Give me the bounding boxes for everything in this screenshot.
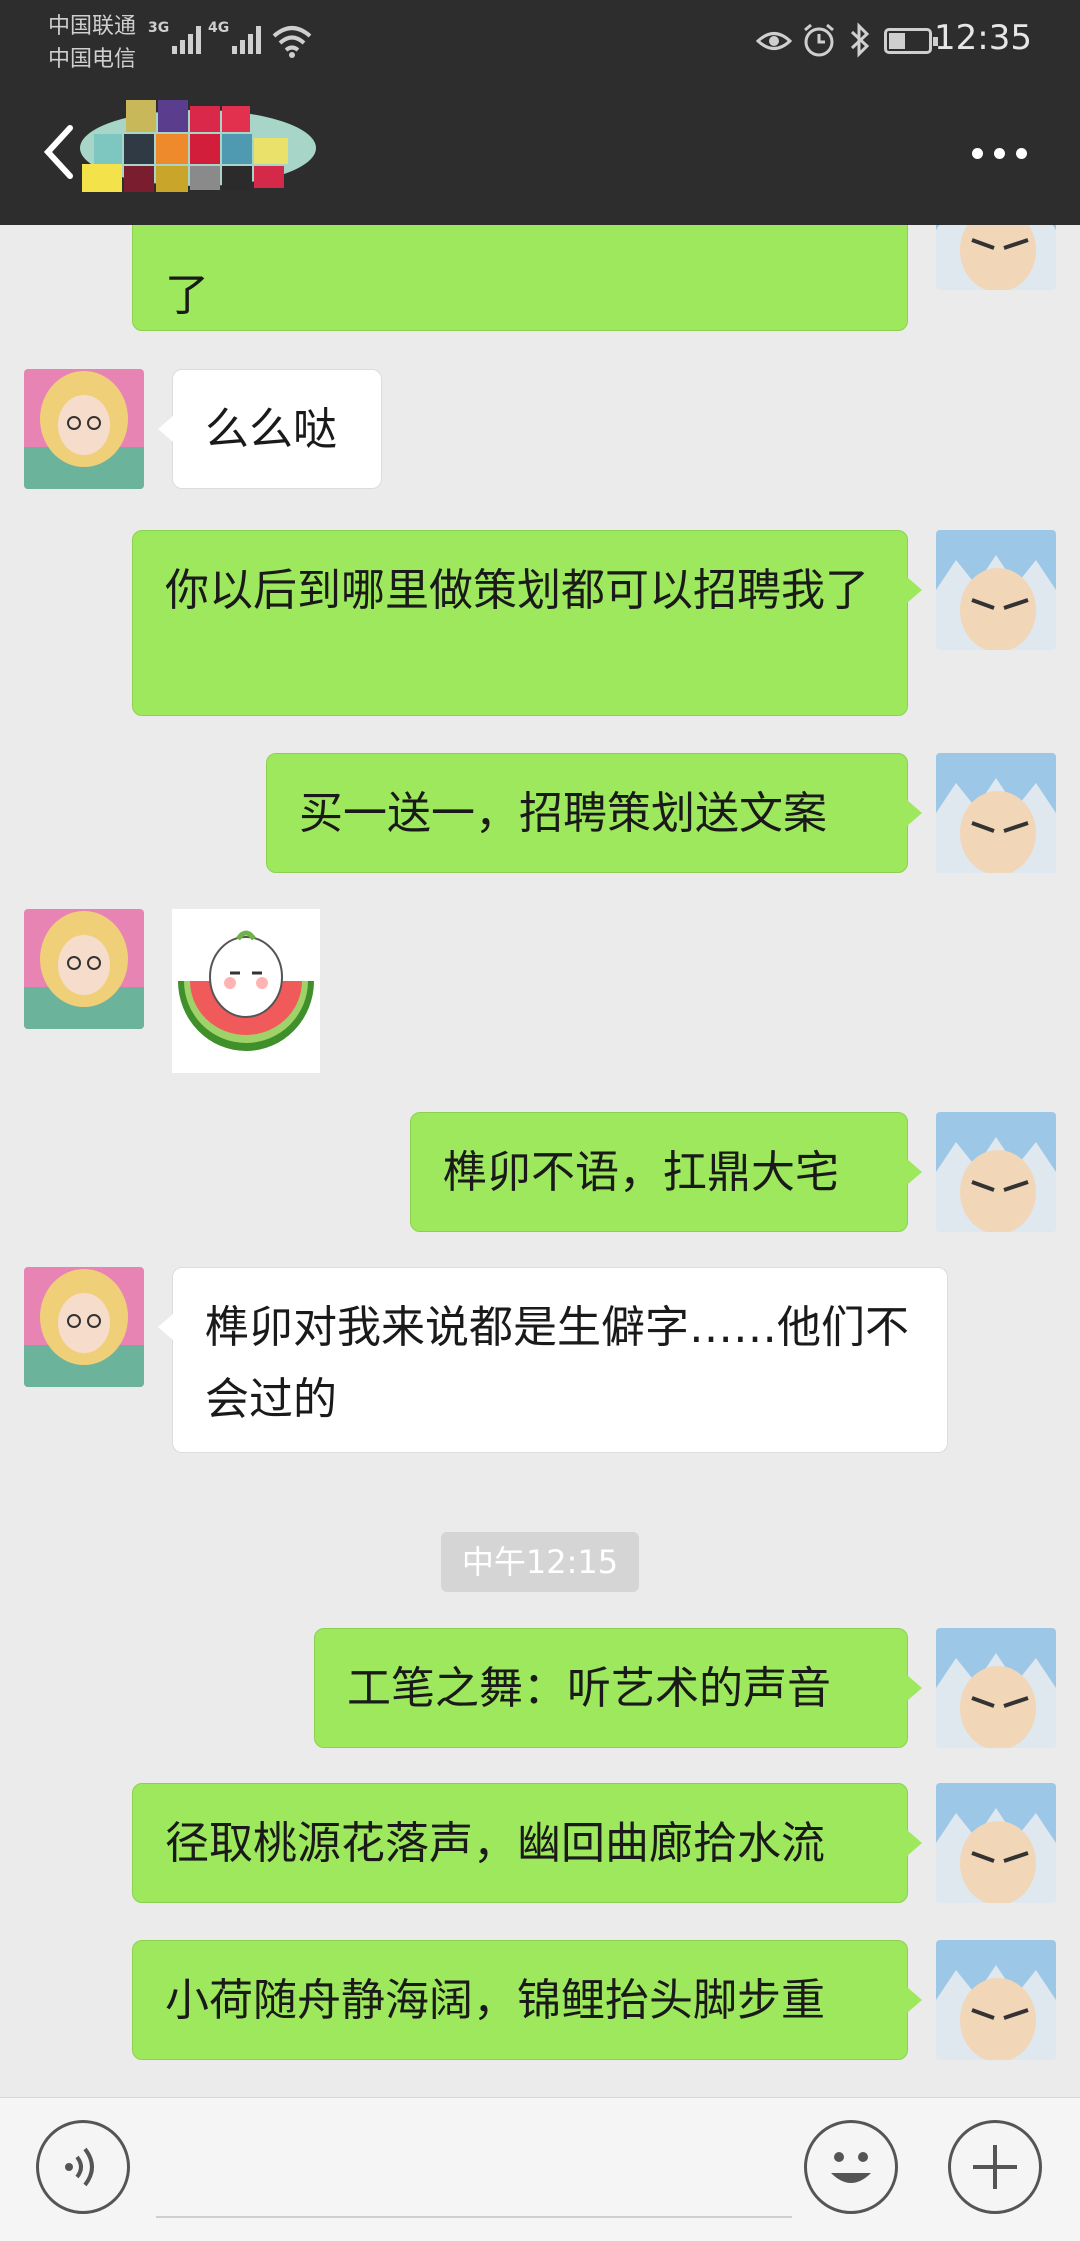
my-avatar[interactable] [936,1112,1056,1232]
chat-messages[interactable]: 了 么么哒 你以后到哪里做策划都可以招聘我了 买一送一，招聘策划送文案 榫卯不语… [0,225,1080,2097]
plus-button[interactable] [948,2120,1042,2214]
message-timestamp: 中午12:15 [441,1532,639,1592]
message-bubble-sent[interactable]: 径取桃源花落声，幽回曲廊拾水流 [132,1783,922,1903]
contact-avatar[interactable] [24,369,144,489]
battery-icon [884,28,938,54]
contact-name-obscured[interactable] [78,100,318,196]
my-avatar[interactable] [936,1628,1056,1748]
contact-avatar[interactable] [24,909,144,1029]
message-bubble-sent[interactable]: 工笔之舞：听艺术的声音 [314,1628,922,1748]
message-bubble-received[interactable]: 么么哒 [158,369,382,489]
message-text: 榫卯不语，扛鼎大宅 [443,1147,839,1198]
my-avatar[interactable] [936,753,1056,873]
carrier-2: 中国电信 [48,47,137,72]
status-icons [756,18,938,62]
message-bubble-sent[interactable]: 买一送一，招聘策划送文案 [266,753,922,873]
message-bubble-sent[interactable]: 榫卯不语，扛鼎大宅 [410,1112,922,1232]
emoji-button[interactable] [804,2120,898,2214]
message-text: 你以后到哪里做策划都可以招聘我了 [165,565,869,616]
voice-icon [65,2147,94,2187]
plus-icon [973,2145,1017,2189]
emoji-icon [831,2152,871,2183]
voice-button[interactable] [36,2120,130,2214]
message-text: 径取桃源花落声，幽回曲廊拾水流 [165,1818,825,1869]
message-text: 买一送一，招聘策划送文案 [299,788,827,839]
message-bubble-received[interactable]: 榫卯对我来说都是生僻字……他们不会过的 [158,1267,948,1453]
message-bubble-sent[interactable]: 了 [132,225,908,331]
message-input[interactable] [156,2216,792,2218]
message-text: 榫卯对我来说都是生僻字……他们不会过的 [205,1302,909,1425]
status-time: 12:35 [934,18,1032,58]
network-type-2: 4G [208,20,230,36]
message-bubble-sent[interactable]: 你以后到哪里做策划都可以招聘我了 [132,530,922,716]
chevron-left-icon[interactable] [40,122,80,182]
message-bubble-sent[interactable]: 小荷随舟静海阔，锦鲤抬头脚步重 [132,1940,922,2060]
watermelon-sticker[interactable] [172,909,320,1073]
my-avatar[interactable] [936,1783,1056,1903]
carrier-info: 中国联通 中国电信 [48,10,136,76]
network-type-1: 3G [148,20,170,36]
input-bar [0,2097,1080,2241]
contact-avatar[interactable] [24,1267,144,1387]
eye-icon [756,32,792,50]
more-dots-icon[interactable] [972,148,1028,160]
top-header: 中国联通 中国电信 3G 4G 12:35 [0,0,1080,225]
wifi-icon [272,26,312,58]
my-avatar[interactable] [936,530,1056,650]
message-text: 么么哒 [205,404,337,455]
my-avatar[interactable] [936,1940,1056,2060]
alarm-icon [804,23,834,57]
carrier-1: 中国联通 [48,14,137,39]
bluetooth-icon [850,22,870,58]
message-text: 了 [165,270,209,321]
message-text: 小荷随舟静海阔，锦鲤抬头脚步重 [165,1975,825,2026]
message-text: 工笔之舞：听艺术的声音 [347,1663,831,1714]
my-avatar[interactable] [936,225,1056,290]
